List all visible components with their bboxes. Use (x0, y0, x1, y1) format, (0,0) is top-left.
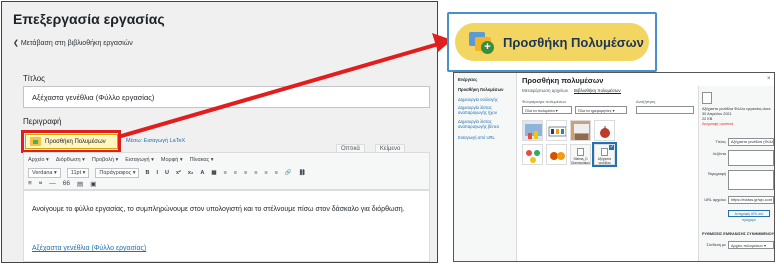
dialog-title: Προσθήκη πολυμέσων (522, 76, 604, 85)
field-caption: Λεζάντα (702, 150, 774, 166)
caption-field[interactable] (728, 150, 774, 166)
tab-library[interactable]: Βιβλιοθήκη πολυμέσων (574, 88, 621, 94)
sidebar-item-url[interactable]: Εισαγωγή από URL (458, 135, 514, 140)
zoomed-add-media: + Προσθήκη Πολυμέσων (447, 12, 657, 72)
delete-link[interactable]: Διαγραφή οριστικά (702, 122, 774, 127)
document-icon (702, 92, 712, 104)
field-link-to: Σύνδεση με Αρχείο πολυμέσων ▾ (702, 241, 774, 249)
media-dialog-screenshot: Ενέργειες Προσθήκη πολυμέσων Δημιουργία … (453, 72, 775, 262)
checkmark-icon[interactable]: ✓ (609, 145, 614, 150)
sidebar-item-add-media[interactable]: Προσθήκη πολυμέσων (458, 87, 514, 92)
add-media-icon: + (469, 30, 495, 54)
media-tile-image[interactable] (594, 120, 615, 141)
add-media-button-large[interactable]: + Προσθήκη Πολυμέσων (455, 23, 649, 61)
document-icon (577, 148, 584, 156)
document-icon (601, 148, 608, 156)
field-url: URL αρχείου https://eclass.gr/wp-cont (702, 196, 774, 204)
sidebar-item-gallery[interactable]: Δημιουργία συλλογής (458, 97, 514, 102)
sidebar-item-video-playlist[interactable]: Δημιουργία λίστας αναπαραγωγής βίντεο (458, 119, 514, 129)
search-label: Αναζήτηση (636, 99, 656, 104)
media-tile-image[interactable] (522, 144, 543, 165)
document-tile-name: Sfalma_D Giannoulatou_D ergasia 2a_ed_80… (571, 157, 590, 165)
display-settings-header: ΡΥΘΜΙΣΕΙΣ ΕΜΦΑΝΙΣΗΣ ΣΥΝΗΜΜΕΝΟΥ (702, 232, 775, 236)
sidebar-header: Ενέργειες (458, 77, 478, 82)
search-input[interactable] (636, 106, 694, 114)
file-info: Αξέχαστα γενέθλια Φύλλο εργασίας.docx 30… (702, 107, 774, 127)
close-icon[interactable]: × (767, 76, 771, 82)
tab-upload[interactable]: Μεταφόρτωση αρχείων (522, 88, 568, 94)
media-tile-image[interactable] (570, 120, 591, 141)
media-tile-image[interactable] (522, 120, 543, 141)
dialog-sidebar: Ενέργειες Προσθήκη πολυμέσων Δημιουργία … (454, 73, 517, 261)
media-tile-image[interactable] (546, 144, 567, 165)
link-to-select[interactable]: Αρχείο πολυμέσων ▾ (728, 241, 774, 249)
description-field[interactable] (728, 170, 774, 190)
filter-type-select[interactable]: Όλα τα πολυμέσα ▾ (522, 106, 572, 114)
copy-url-button[interactable]: Αντιγραφή URL στο πρόχειρο (728, 210, 770, 222)
document-tile-name: Αξέχαστα γενέθλια Φύλλο εργασίας.docx (597, 157, 612, 165)
filter-date-select[interactable]: Όλα τα ημερομηνίες ▾ (575, 106, 627, 114)
media-tile-image[interactable] (546, 120, 567, 141)
media-tile-document-selected[interactable]: Αξέχαστα γενέθλια Φύλλο εργασίας.docx ✓ (592, 142, 617, 167)
field-title: Τίτλος Αξέχαστα γενέθλια (Φύλλ (715, 138, 774, 146)
media-tile-document[interactable]: Sfalma_D Giannoulatou_D ergasia 2a_ed_80… (570, 144, 591, 165)
title-field[interactable]: Αξέχαστα γενέθλια (Φύλλ (728, 138, 774, 146)
add-media-label-large: Προσθήκη Πολυμέσων (503, 34, 644, 50)
filter-label: Φιλτράρισμα πολυμέσων (522, 99, 567, 104)
attachment-details: Αξέχαστα γενέθλια Φύλλο εργασίας.docx 30… (698, 86, 775, 261)
dialog-tabs: Μεταφόρτωση αρχείων Βιβλιοθήκη πολυμέσων (522, 88, 621, 94)
sidebar-item-audio-playlist[interactable]: Δημιουργία λίστας αναπαραγωγής ήχου (458, 105, 514, 115)
url-field[interactable]: https://eclass.gr/wp-cont (728, 196, 774, 204)
field-description: Περιγραφή (702, 170, 774, 190)
